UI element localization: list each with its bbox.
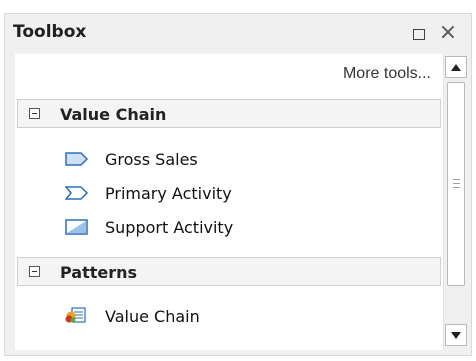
toolbox-frame: Toolbox × More tools... Value Chain Gros… — [0, 0, 476, 361]
maximize-icon — [413, 28, 425, 40]
grip-line-icon — [453, 179, 460, 180]
grip-line-icon — [453, 187, 460, 188]
scrollbar-thumb[interactable] — [447, 82, 465, 286]
collapse-icon[interactable] — [29, 266, 40, 277]
support-activity-icon — [65, 219, 89, 235]
group-label: Value Chain — [60, 105, 167, 124]
close-icon: × — [438, 20, 458, 45]
group-header-value-chain[interactable]: Value Chain — [17, 99, 441, 128]
tool-item-value-chain-pattern[interactable]: Value Chain — [65, 302, 200, 330]
primary-activity-icon — [65, 185, 89, 201]
tool-item-gross-sales[interactable]: Gross Sales — [65, 145, 198, 173]
toolbox-content: More tools... Value Chain Gross Sales Pr… — [15, 54, 443, 350]
scroll-down-button[interactable] — [445, 324, 467, 346]
tool-item-label: Primary Activity — [105, 183, 232, 203]
tool-item-support-activity[interactable]: Support Activity — [65, 213, 233, 241]
tool-item-label: Gross Sales — [105, 149, 198, 169]
toolbox-titlebar: Toolbox × — [5, 14, 471, 54]
more-tools-link[interactable]: More tools... — [343, 65, 431, 83]
value-chain-pattern-icon — [65, 307, 89, 324]
close-button[interactable]: × — [437, 22, 459, 44]
scroll-up-button[interactable] — [445, 56, 467, 78]
tool-item-primary-activity[interactable]: Primary Activity — [65, 179, 232, 207]
collapse-icon[interactable] — [29, 108, 40, 119]
vertical-scrollbar[interactable] — [443, 54, 468, 350]
grip-line-icon — [453, 183, 460, 184]
tool-item-label: Value Chain — [105, 306, 200, 326]
group-label: Patterns — [60, 263, 138, 282]
panel-title: Toolbox — [13, 22, 87, 42]
group-header-patterns[interactable]: Patterns — [17, 257, 441, 286]
arrow-up-icon — [451, 63, 461, 71]
arrow-down-icon — [451, 331, 461, 339]
gross-sales-icon — [65, 151, 89, 167]
tool-item-label: Support Activity — [105, 217, 234, 237]
maximize-button[interactable] — [410, 24, 428, 44]
toolbox-panel: Toolbox × More tools... Value Chain Gros… — [4, 13, 472, 356]
